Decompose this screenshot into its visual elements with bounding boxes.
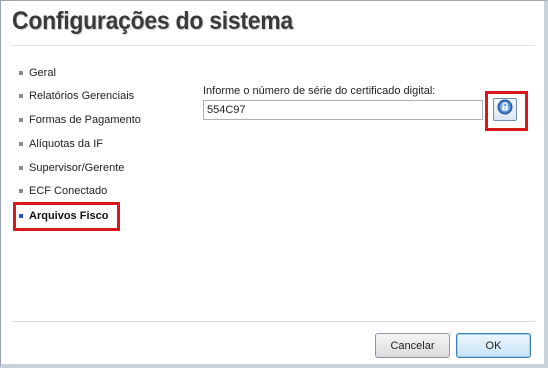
dialog-title: Configurações do sistema [12,7,293,35]
bullet-icon [19,142,23,146]
serial-number-input[interactable] [203,100,483,120]
settings-dialog: Configurações do sistema Geral Relatório… [0,0,548,368]
bullet-icon [19,166,23,170]
sidebar-item-supervisor-gerente[interactable]: Supervisor/Gerente [19,158,127,178]
certificate-lock-icon [497,99,513,120]
ok-button[interactable]: OK [456,333,531,358]
bullet-icon [19,94,23,98]
bullet-icon [19,118,23,122]
title-divider [11,45,535,46]
sidebar-item-ecf-conectado[interactable]: ECF Conectado [19,181,127,201]
footer-divider [11,321,535,322]
sidebar-item-label: Supervisor/Gerente [29,162,125,174]
serial-number-label: Informe o número de série do certificado… [203,85,436,97]
select-certificate-button[interactable] [493,98,517,121]
cancel-button[interactable]: Cancelar [375,333,450,358]
bullet-icon [19,71,23,75]
sidebar-item-relatorios-gerenciais[interactable]: Relatórios Gerenciais [19,86,134,106]
sidebar-item-geral[interactable]: Geral [19,63,127,83]
sidebar-item-formas-de-pagamento[interactable]: Formas de Pagamento [19,110,141,130]
active-item-highlight [13,202,120,231]
sidebar-item-label: Relatórios Gerenciais [29,90,135,102]
sidebar-item-label: Alíquotas da IF [29,138,103,150]
sidebar-item-label: Formas de Pagamento [29,114,141,126]
sidebar-item-label: Geral [29,67,56,79]
sidebar-item-label: ECF Conectado [29,185,108,197]
sidebar-item-aliquotas-da-if[interactable]: Alíquotas da IF [19,134,127,154]
bullet-icon [19,189,23,193]
